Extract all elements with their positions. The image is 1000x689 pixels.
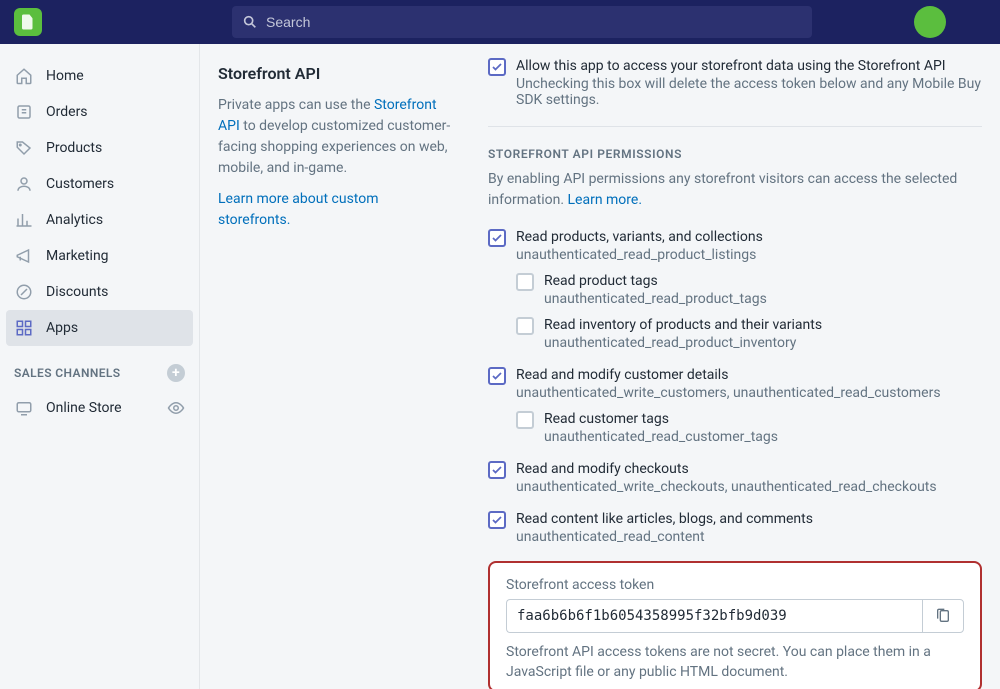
learn-more-storefronts-link[interactable]: Learn more about custom storefronts. <box>218 191 379 228</box>
clipboard-icon <box>935 608 951 624</box>
nav-label: Home <box>46 68 185 84</box>
nav-online-store[interactable]: Online Store <box>0 390 199 426</box>
access-token-card: Storefront access token Storefront API a… <box>488 561 982 689</box>
permission-group: Read content like articles, blogs, and c… <box>488 511 982 545</box>
permissions-heading: STOREFRONT API PERMISSIONS <box>488 147 982 161</box>
content-area: Storefront API Private apps can use the … <box>200 44 1000 689</box>
nav-home[interactable]: Home <box>0 58 199 94</box>
permission-title: Read inventory of products and their var… <box>544 317 982 333</box>
permissions-learn-more-link[interactable]: Learn more. <box>568 192 643 208</box>
intro-text: to develop customized customer-facing sh… <box>218 118 450 176</box>
nav-marketing[interactable]: Marketing <box>0 238 199 274</box>
permission-row: Read and modify customer details unauthe… <box>488 367 982 401</box>
marketing-icon <box>14 246 34 266</box>
permission-scope: unauthenticated_write_customers, unauthe… <box>516 385 982 401</box>
nav-label: Analytics <box>46 212 185 228</box>
permission-row: Read products, variants, and collections… <box>488 229 982 263</box>
nav-label: Customers <box>46 176 185 192</box>
sub-permission-row: Read customer tags unauthenticated_read_… <box>516 411 982 445</box>
nav-apps[interactable]: Apps <box>6 310 193 346</box>
permission-title: Read product tags <box>544 273 982 289</box>
permission-scope: unauthenticated_read_product_inventory <box>544 335 982 351</box>
permission-scope: unauthenticated_read_content <box>516 529 982 545</box>
intro-heading: Storefront API <box>218 64 452 83</box>
customers-icon <box>14 174 34 194</box>
intro-paragraph: Private apps can use the Storefront API … <box>218 95 452 179</box>
allow-access-sub: Unchecking this box will delete the acce… <box>516 76 982 108</box>
analytics-icon <box>14 210 34 230</box>
nav-label: Marketing <box>46 248 185 264</box>
permission-checkbox[interactable] <box>516 411 534 429</box>
permission-scope: unauthenticated_write_checkouts, unauthe… <box>516 479 982 495</box>
token-input[interactable] <box>506 599 922 633</box>
sub-permission-row: Read product tags unauthenticated_read_p… <box>516 273 982 307</box>
permission-checkbox[interactable] <box>488 367 506 385</box>
permission-scope: unauthenticated_read_product_listings <box>516 247 982 263</box>
intro-column: Storefront API Private apps can use the … <box>200 44 470 689</box>
permission-scope: unauthenticated_read_customer_tags <box>544 429 982 445</box>
permission-checkbox[interactable] <box>516 273 534 291</box>
permission-group: Read and modify checkouts unauthenticate… <box>488 461 982 495</box>
nav-orders[interactable]: Orders <box>0 94 199 130</box>
permission-scope: unauthenticated_read_product_tags <box>544 291 982 307</box>
nav-discounts[interactable]: Discounts <box>0 274 199 310</box>
nav-products[interactable]: Products <box>0 130 199 166</box>
nav-label: Products <box>46 140 185 156</box>
nav-analytics[interactable]: Analytics <box>0 202 199 238</box>
permission-group: Read products, variants, and collections… <box>488 229 982 351</box>
nav-label: Online Store <box>46 400 167 416</box>
nav-label: Orders <box>46 104 185 120</box>
token-label: Storefront access token <box>506 577 964 593</box>
permission-checkbox[interactable] <box>488 461 506 479</box>
permission-checkbox[interactable] <box>516 317 534 335</box>
permission-row: Read content like articles, blogs, and c… <box>488 511 982 545</box>
orders-icon <box>14 102 34 122</box>
search-bar[interactable] <box>232 6 812 38</box>
nav-label: Discounts <box>46 284 185 300</box>
permission-title: Read products, variants, and collections <box>516 229 982 245</box>
sales-channels-heading: SALES CHANNELS + <box>0 346 199 390</box>
allow-access-checkbox[interactable] <box>488 58 506 76</box>
intro-text: Private apps can use the <box>218 97 374 113</box>
search-input[interactable] <box>266 14 802 30</box>
token-note: Storefront API access tokens are not sec… <box>506 643 964 682</box>
permission-group: Read and modify customer details unauthe… <box>488 367 982 445</box>
permission-title: Read and modify customer details <box>516 367 982 383</box>
allow-access-title: Allow this app to access your storefront… <box>516 58 982 74</box>
apps-icon <box>14 318 34 338</box>
allow-access-row: Allow this app to access your storefront… <box>488 58 982 108</box>
avatar[interactable] <box>914 6 946 38</box>
permissions-desc: By enabling API permissions any storefro… <box>488 169 982 211</box>
permission-title: Read and modify checkouts <box>516 461 982 477</box>
products-icon <box>14 138 34 158</box>
permission-checkbox[interactable] <box>488 511 506 529</box>
shopify-logo <box>14 8 42 36</box>
permissions-desc-text: By enabling API permissions any storefro… <box>488 171 957 208</box>
home-icon <box>14 66 34 86</box>
permission-title: Read customer tags <box>544 411 982 427</box>
sub-permission-row: Read inventory of products and their var… <box>516 317 982 351</box>
permission-title: Read content like articles, blogs, and c… <box>516 511 982 527</box>
permission-checkbox[interactable] <box>488 229 506 247</box>
topbar <box>0 0 1000 44</box>
divider <box>488 126 982 127</box>
copy-token-button[interactable] <box>922 599 964 633</box>
nav-customers[interactable]: Customers <box>0 166 199 202</box>
settings-column: Allow this app to access your storefront… <box>470 44 1000 689</box>
nav-label: Apps <box>46 320 185 336</box>
eye-icon[interactable] <box>167 399 185 417</box>
add-channel-button[interactable]: + <box>167 364 185 382</box>
search-icon <box>242 14 266 30</box>
discounts-icon <box>14 282 34 302</box>
online-store-icon <box>14 398 34 418</box>
sidebar: Home Orders Products Customers Analytics… <box>0 44 200 689</box>
permission-row: Read and modify checkouts unauthenticate… <box>488 461 982 495</box>
section-title-text: SALES CHANNELS <box>14 366 121 380</box>
